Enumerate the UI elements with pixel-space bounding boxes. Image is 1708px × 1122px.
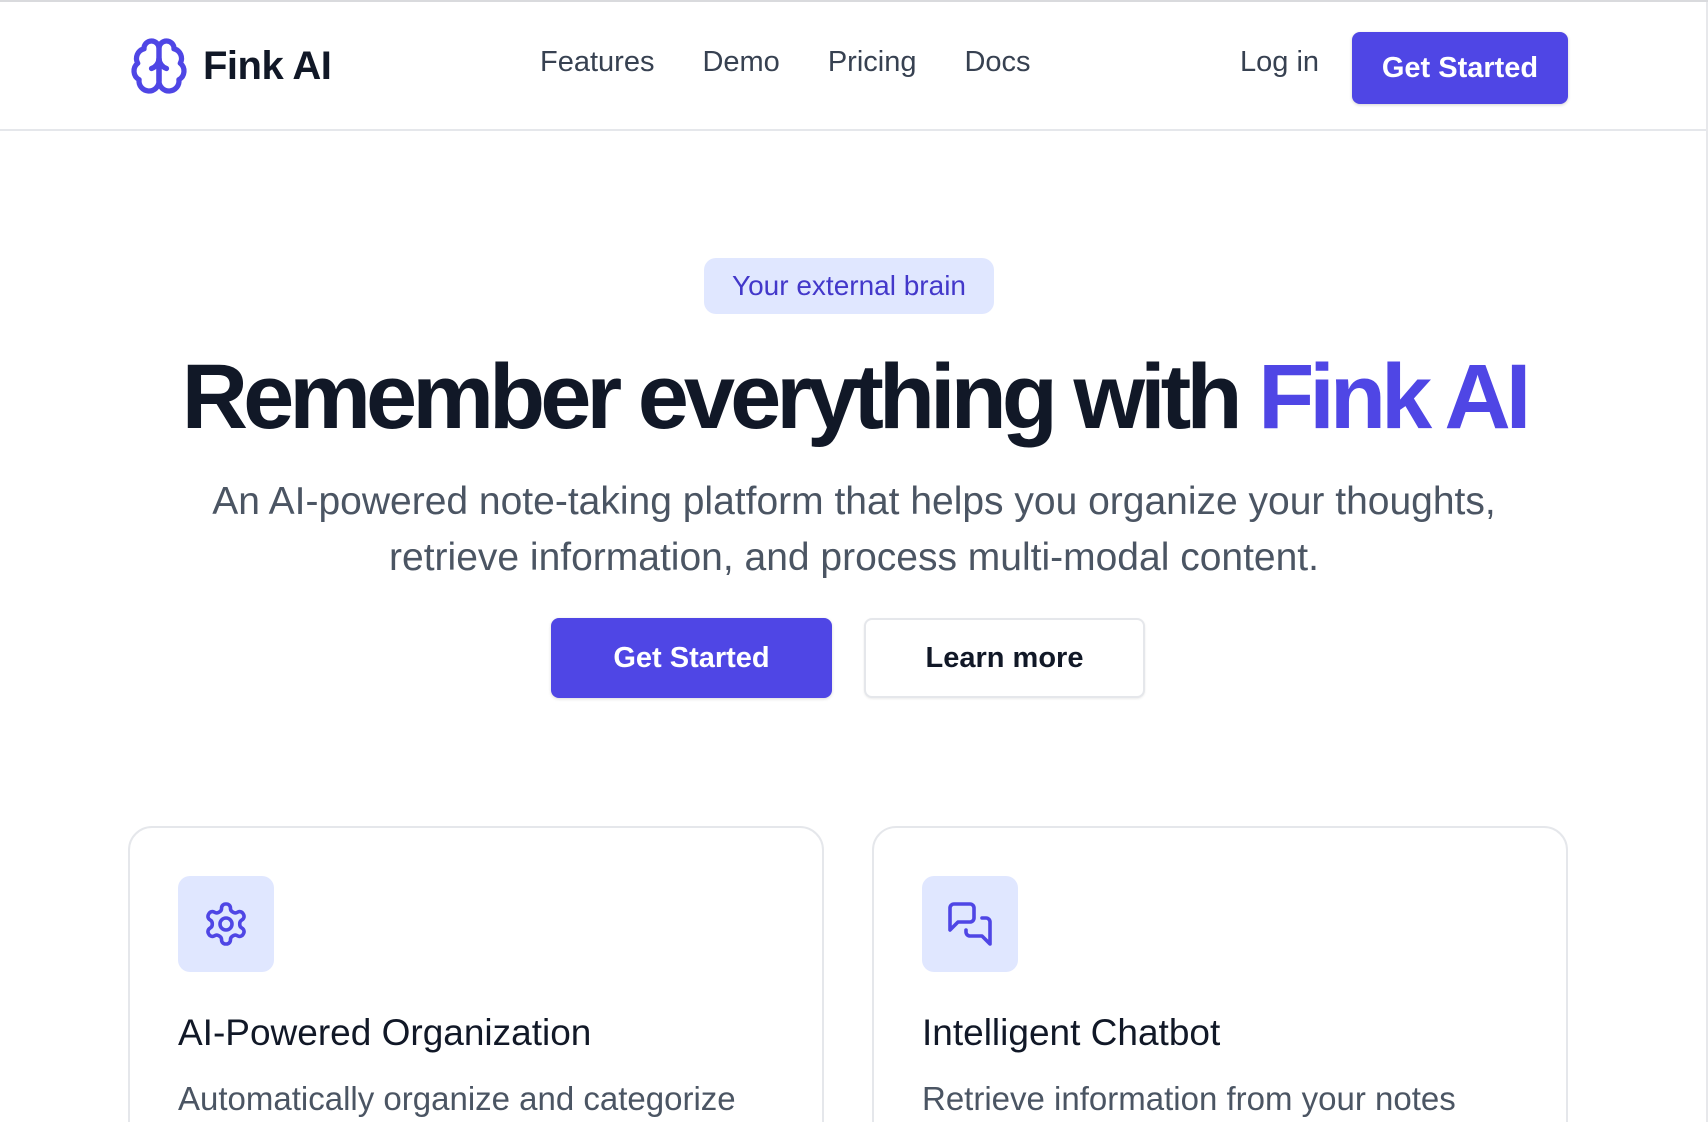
hero-get-started-button[interactable]: Get Started: [551, 618, 832, 698]
feature-description: Automatically organize and categorize: [178, 1080, 736, 1117]
main-nav: Features Demo Pricing Docs: [540, 46, 1031, 79]
hero-subtitle: An AI-powered note-taking platform that …: [154, 474, 1554, 586]
nav-link-pricing[interactable]: Pricing: [828, 46, 917, 79]
subtitle-line-2: retrieve information, and process multi-…: [389, 536, 1319, 579]
learn-more-button[interactable]: Learn more: [864, 618, 1145, 698]
chat-bubbles-icon: [922, 876, 1018, 972]
brain-icon: [129, 36, 189, 96]
feature-description: Retrieve information from your notes: [922, 1080, 1456, 1117]
headline-text: Remember everything with: [181, 346, 1259, 448]
feature-card-organization: AI-Powered Organization Automatically or…: [128, 826, 824, 1122]
feature-card-chatbot: Intelligent Chatbot Retrieve information…: [872, 826, 1568, 1122]
nav-link-docs[interactable]: Docs: [964, 46, 1030, 79]
site-header: Fink AI Features Demo Pricing Docs Log i…: [0, 2, 1708, 131]
hero-badge: Your external brain: [704, 258, 994, 314]
landing-page: Fink AI Features Demo Pricing Docs Log i…: [0, 0, 1708, 1122]
feature-title: Intelligent Chatbot: [922, 1012, 1221, 1053]
nav-link-features[interactable]: Features: [540, 46, 654, 79]
nav-link-demo[interactable]: Demo: [702, 46, 779, 79]
brand-name: Fink AI: [203, 43, 332, 88]
headline-accent: Fink AI: [1258, 346, 1531, 448]
header-get-started-button[interactable]: Get Started: [1352, 32, 1568, 104]
subtitle-line-1: An AI-powered note-taking platform that …: [212, 480, 1496, 523]
brand-logo-link[interactable]: Fink AI: [129, 35, 332, 97]
feature-title: AI-Powered Organization: [178, 1012, 592, 1053]
login-link[interactable]: Log in: [1240, 46, 1319, 79]
hero-headline: Remember everything with Fink AI: [0, 342, 1708, 452]
gear-icon: [178, 876, 274, 972]
